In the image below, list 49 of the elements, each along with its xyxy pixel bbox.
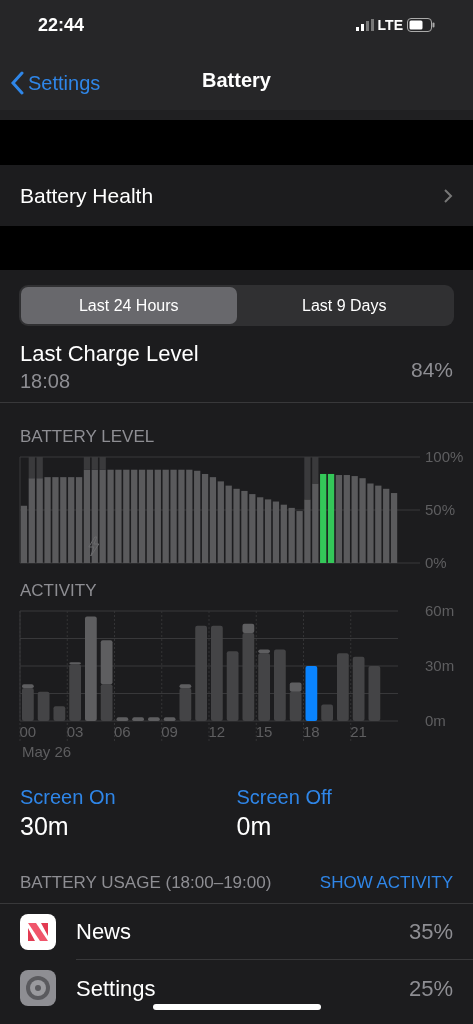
app-usage-value: 35% xyxy=(408,918,453,946)
last-charge-value: 84% xyxy=(410,357,453,383)
activity-bar xyxy=(100,640,113,685)
section-header: ACTIVITY xyxy=(19,581,98,601)
activity-bar xyxy=(163,717,176,721)
last-charge-label: Last Charge Level xyxy=(20,340,199,368)
stat-label: Screen On xyxy=(20,784,116,810)
activity-bar xyxy=(116,717,129,721)
gear-icon xyxy=(20,970,56,1006)
network-label: LTE xyxy=(377,15,403,35)
axis-label: 60m xyxy=(425,602,455,619)
activity-bar xyxy=(305,666,318,721)
axis-label: 00 xyxy=(19,723,37,740)
activity-bar xyxy=(132,717,144,721)
stat-value: 0m xyxy=(236,810,272,842)
stat-label: Screen Off xyxy=(236,784,332,810)
axis-label: 100% xyxy=(425,448,464,465)
status-time: 22:44 xyxy=(38,13,85,37)
segment-tab[interactable]: Last 9 Days xyxy=(236,287,452,324)
segment-tab[interactable]: Last 24 Hours xyxy=(21,287,237,324)
section-header: BATTERY LEVEL xyxy=(19,427,156,447)
axis-label: 50% xyxy=(425,501,456,518)
last-charge-time: 18:08 xyxy=(20,369,72,394)
battery-icon xyxy=(407,18,435,32)
axis-label: 18 xyxy=(303,723,320,740)
lightning-icon xyxy=(88,536,100,557)
axis-label: 12 xyxy=(208,723,226,740)
axis-label: 03 xyxy=(66,723,84,740)
stat-value: 30m xyxy=(20,810,69,842)
axis-label: 0% xyxy=(425,554,447,569)
axis-label: 30m xyxy=(425,657,455,674)
back-button[interactable]: Settings xyxy=(10,68,101,98)
signal-icon xyxy=(355,19,374,31)
axis-label: 09 xyxy=(161,723,178,740)
chevron-icon xyxy=(443,187,453,204)
axis-label: 21 xyxy=(350,723,367,740)
show-activity-link[interactable]: SHOW ACTIVITY xyxy=(319,869,453,895)
news-app-icon xyxy=(20,914,56,950)
axis-label: 0m xyxy=(425,712,446,729)
date-label: May 26 xyxy=(21,742,73,762)
back-chevron-icon xyxy=(10,71,24,95)
page-title: Battery xyxy=(202,68,271,93)
app-usage-value: 25% xyxy=(408,974,453,1003)
activity-bar xyxy=(148,717,160,721)
app-name: News xyxy=(76,918,131,946)
axis-label: 06 xyxy=(114,723,131,740)
section-header: BATTERY USAGE (18:00–19:00) xyxy=(20,871,272,894)
app-name: Settings xyxy=(76,974,156,1003)
axis-label: 15 xyxy=(255,723,273,740)
